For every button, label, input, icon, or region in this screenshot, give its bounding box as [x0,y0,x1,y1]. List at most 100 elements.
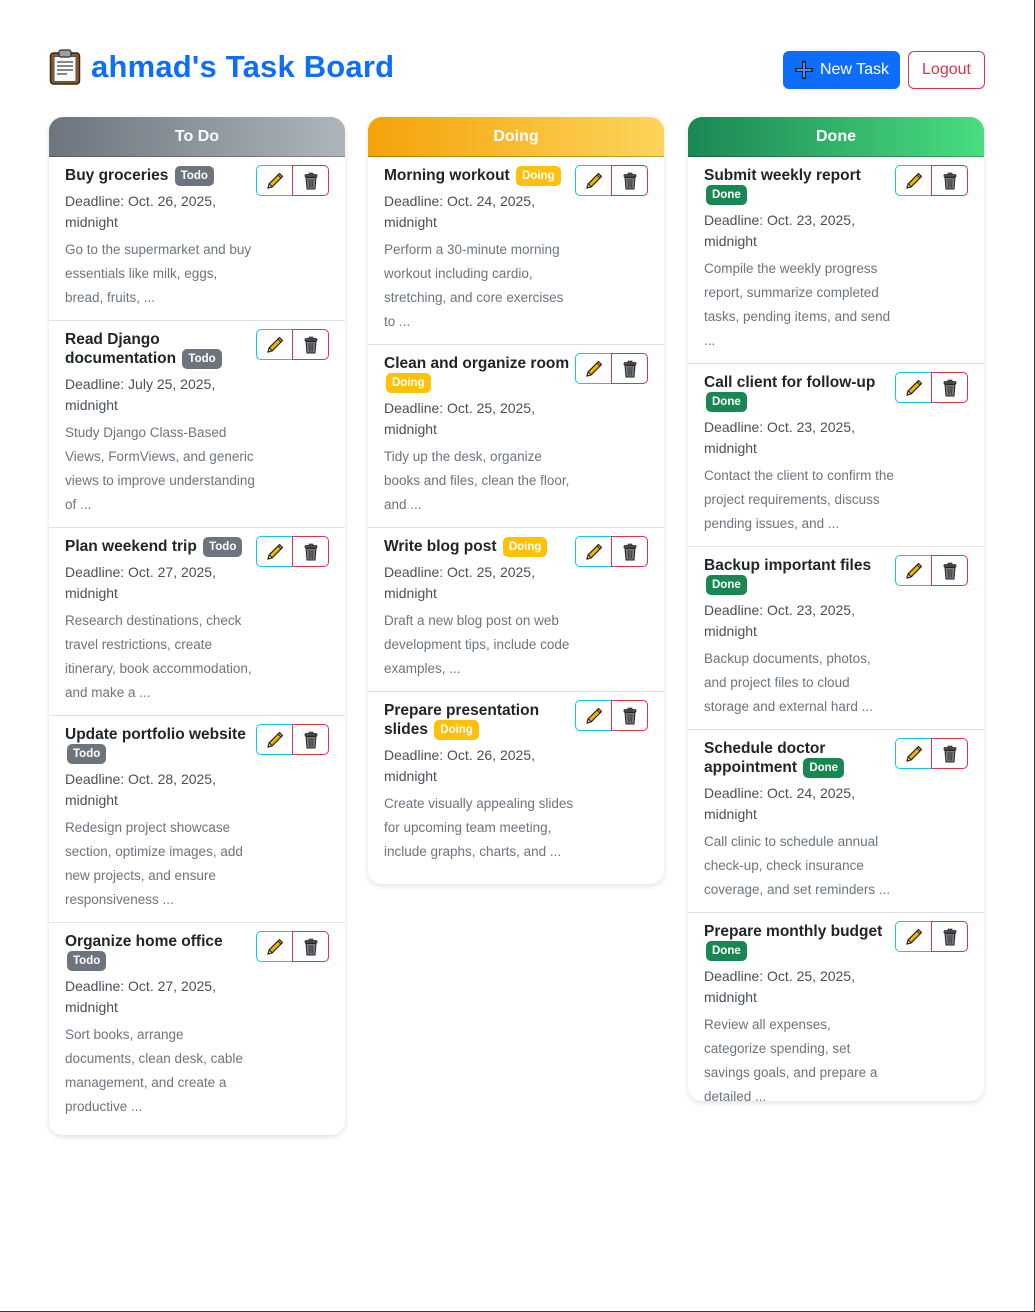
status-badge: Doing [386,373,431,393]
column-doing: Doing Morning workout Doing Deadline: Oct… [368,117,664,884]
status-badge: Done [803,758,845,778]
task-deadline: Deadline: Oct. 25, 2025, midnight [704,968,855,1005]
task-actions [256,931,329,962]
task-card: Write blog post Doing Deadline: Oct. 25, … [368,528,664,692]
status-badge: Todo [67,951,107,971]
task-description: Compile the weekly progress report, summ… [704,261,891,348]
task-title: Update portfolio website Todo [65,725,257,764]
edit-task-button[interactable] [575,536,612,567]
task-title: Morning workout Doing [384,166,576,186]
delete-task-button[interactable] [292,165,329,196]
edit-task-button[interactable] [895,921,932,952]
task-description: Tidy up the desk, organize books and fil… [384,449,570,512]
page: ahmad's Task Board New Task Logout To Do… [0,0,1035,1312]
task-card: Schedule doctor appointment Done Deadline… [688,730,984,913]
edit-task-button[interactable] [895,555,932,586]
trash-icon [301,335,321,355]
task-actions [895,738,968,769]
task-title-text: Buy groceries [65,167,169,184]
task-actions [256,724,329,755]
task-title: Write blog post Doing [384,537,576,557]
status-badge: Todo [203,537,243,557]
delete-task-button[interactable] [931,372,968,403]
task-deadline: Deadline: Oct. 25, 2025, midnight [384,564,535,601]
status-badge: Done [706,941,747,961]
header: ahmad's Task Board New Task Logout [49,46,985,92]
task-description: Redesign project showcase section, optim… [65,820,243,907]
delete-task-button[interactable] [931,921,968,952]
delete-task-button[interactable] [611,353,648,384]
column-header: Doing [368,117,664,157]
logout-button[interactable]: Logout [908,51,985,89]
edit-task-button[interactable] [256,329,293,360]
delete-task-button[interactable] [931,738,968,769]
edit-task-button[interactable] [895,165,932,196]
title-text: ahmad's Task Board [91,49,395,84]
task-description: Review all expenses, categorize spending… [704,1017,878,1101]
task-actions [895,165,968,196]
edit-task-button[interactable] [575,700,612,731]
task-title: Prepare presentation slides Doing [384,701,576,740]
card-list: Morning workout Doing Deadline: Oct. 24, … [368,157,664,874]
pencil-icon [904,561,924,581]
trash-icon [301,542,321,562]
edit-task-button[interactable] [256,165,293,196]
task-deadline: Deadline: Oct. 26, 2025, midnight [384,747,535,784]
task-card: Update portfolio website Todo Deadline: O… [49,716,345,923]
pencil-icon [904,927,924,947]
task-card: Backup important files Done Deadline: Oct… [688,547,984,730]
column-header: To Do [49,117,345,157]
task-title-text: Plan weekend trip [65,538,197,555]
delete-task-button[interactable] [611,700,648,731]
edit-task-button[interactable] [256,724,293,755]
column-header: Done [688,117,984,157]
pencil-icon [584,171,604,191]
task-description: Study Django Class-Based Views, FormView… [65,425,255,512]
status-badge: Todo [182,349,222,369]
edit-task-button[interactable] [895,372,932,403]
edit-task-button[interactable] [256,931,293,962]
task-description: Sort books, arrange documents, clean des… [65,1027,243,1114]
task-actions [256,329,329,360]
task-title: Submit weekly report Done [704,166,896,205]
trash-icon [940,927,960,947]
delete-task-button[interactable] [292,329,329,360]
task-title: Buy groceries Todo [65,166,257,186]
task-title-text: Submit weekly report [704,167,861,184]
task-actions [895,555,968,586]
delete-task-button[interactable] [931,555,968,586]
edit-task-button[interactable] [256,536,293,567]
task-card: Submit weekly report Done Deadline: Oct. … [688,157,984,364]
status-badge: Todo [174,166,214,186]
pencil-icon [265,171,285,191]
edit-task-button[interactable] [895,738,932,769]
delete-task-button[interactable] [931,165,968,196]
delete-task-button[interactable] [292,536,329,567]
edit-task-button[interactable] [575,353,612,384]
task-deadline: Deadline: Oct. 23, 2025, midnight [704,212,855,249]
delete-task-button[interactable] [292,931,329,962]
task-deadline: Deadline: Oct. 28, 2025, midnight [65,771,216,808]
task-title: Backup important files Done [704,556,896,595]
pencil-icon [904,378,924,398]
task-deadline: Deadline: Oct. 24, 2025, midnight [704,785,855,822]
task-deadline: Deadline: July 25, 2025, midnight [65,376,216,413]
trash-icon [620,359,640,379]
delete-task-button[interactable] [292,724,329,755]
task-card: Prepare presentation slides Doing Deadlin… [368,692,664,874]
task-actions [575,165,648,196]
task-title: Schedule doctor appointment Done [704,739,896,778]
new-task-button[interactable]: New Task [783,51,900,89]
edit-task-button[interactable] [575,165,612,196]
task-actions [256,536,329,567]
page-title: ahmad's Task Board [49,49,394,85]
pencil-icon [265,542,285,562]
delete-task-button[interactable] [611,165,648,196]
status-badge: Done [706,185,747,205]
task-title-text: Prepare monthly budget [704,923,883,940]
task-actions [895,372,968,403]
trash-icon [940,171,960,191]
task-card: Plan weekend trip Todo Deadline: Oct. 27,… [49,528,345,716]
delete-task-button[interactable] [611,536,648,567]
task-title: Organize home office Todo [65,932,257,971]
